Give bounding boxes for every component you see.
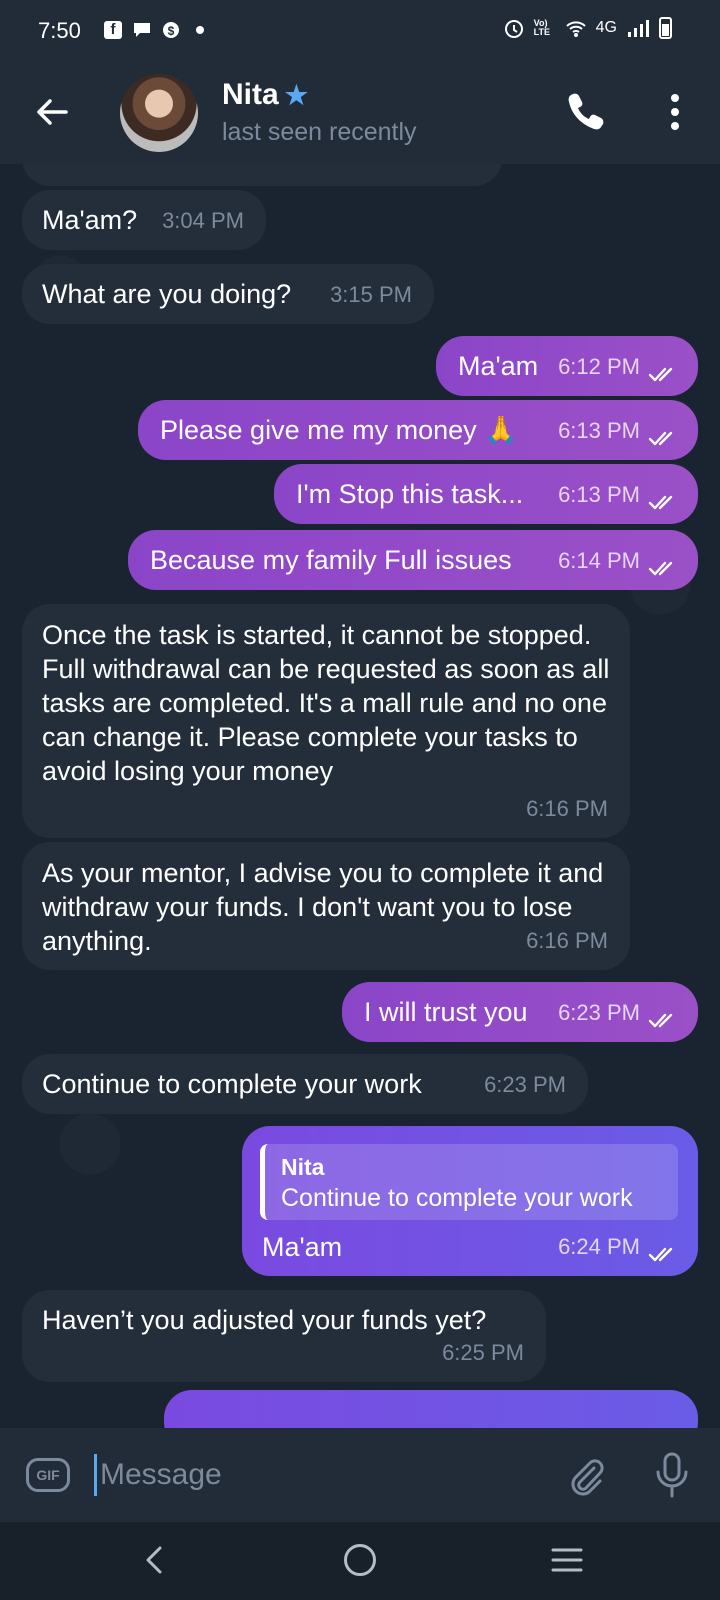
message-time: 6:16 PM [526, 796, 608, 821]
payment-icon: $ [163, 22, 179, 38]
wifi-calling-icon [565, 21, 586, 37]
message-time: 3:15 PM [330, 282, 412, 307]
message-text: What are you doing? [42, 279, 292, 309]
read-receipt-icon [648, 1247, 673, 1262]
read-receipt-icon [648, 495, 673, 510]
message-text: Please give me my money 🙏 [160, 415, 518, 445]
read-receipt-icon [648, 561, 673, 576]
message-outgoing[interactable]: I'm Stop this task... 6:13 PM [274, 464, 698, 524]
back-arrow-icon[interactable] [30, 90, 74, 134]
contact-status: last seen recently [222, 118, 417, 146]
message-text: Once the task is started, it cannot be s… [42, 620, 610, 786]
message-text: Haven’t you adjusted your funds yet? [42, 1305, 487, 1335]
message-outgoing[interactable]: Because my family Full issues 6:14 PM [128, 530, 698, 590]
read-receipt-icon [648, 1013, 673, 1028]
chat-header: Nita ★ last seen recently [0, 62, 720, 164]
message-composer: GIF [0, 1428, 720, 1522]
more-notifications-dot [196, 26, 204, 34]
alarm-icon [504, 20, 523, 38]
message-outgoing[interactable]: Ma'am 6:12 PM [436, 336, 698, 396]
attach-icon[interactable] [564, 1454, 608, 1498]
phone-call-icon[interactable] [564, 88, 608, 132]
message-time: 6:14 PM [558, 548, 640, 573]
message-list[interactable]: this 3:02 PM Ma'am? 3:04 PM What are you… [0, 164, 720, 1428]
message-outgoing[interactable]: I will trust you 6:23 PM [342, 982, 698, 1042]
battery-icon [659, 17, 672, 39]
message-time: 6:13 PM [558, 482, 640, 507]
message-text: Ma'am [458, 351, 539, 381]
avatar[interactable] [120, 74, 198, 152]
message-text: Because my family Full issues [150, 545, 512, 575]
network-type: 4G [595, 19, 617, 36]
notification-icons: f $ [104, 20, 204, 40]
nav-recent-apps-icon[interactable] [550, 1544, 584, 1576]
message-incoming[interactable]: As your mentor, I advise you to complete… [22, 842, 630, 970]
message-text: Ma'am? [42, 205, 138, 235]
message-time: 6:13 PM [558, 418, 640, 443]
message-incoming[interactable]: this 3:02 PM [22, 164, 502, 186]
message-time: 6:12 PM [558, 354, 640, 379]
gif-button[interactable]: GIF [26, 1458, 70, 1492]
message-incoming[interactable]: Continue to complete your work 6:23 PM [22, 1054, 588, 1114]
nav-home-icon[interactable] [344, 1544, 376, 1576]
message-incoming[interactable]: Haven’t you adjusted your funds yet? 6:2… [22, 1290, 546, 1382]
volte-indicator: Vo) LTE [533, 18, 550, 37]
chat-icon [134, 23, 150, 37]
message-time: 6:24 PM [558, 1234, 640, 1259]
message-text: As your mentor, I advise you to complete… [42, 858, 604, 956]
message-text: Ma'am [262, 1232, 343, 1262]
message-incoming[interactable]: Ma'am? 3:04 PM [22, 190, 266, 250]
facebook-icon: f [104, 21, 122, 39]
message-incoming[interactable]: What are you doing? 3:15 PM [22, 264, 434, 324]
signal-icon [628, 20, 649, 37]
reply-quote[interactable]: Nita Continue to complete your work [260, 1144, 678, 1220]
status-time: 7:50 [38, 18, 81, 43]
message-time: 6:16 PM [526, 928, 608, 953]
read-receipt-icon [648, 431, 673, 446]
message-time: 6:23 PM [484, 1072, 566, 1097]
more-options-icon[interactable] [660, 90, 690, 134]
contact-name-row[interactable]: Nita ★ [222, 78, 308, 112]
read-receipt-icon [648, 367, 673, 382]
status-bar: 7:50 f $ Vo) LTE 4G [0, 0, 720, 62]
message-input[interactable] [100, 1452, 500, 1498]
message-time: 3:02 PM [398, 164, 480, 174]
nav-back-icon[interactable] [136, 1540, 176, 1580]
message-outgoing-reply[interactable]: Nita Continue to complete your work Ma'a… [242, 1126, 698, 1276]
reply-author: Nita [281, 1154, 325, 1180]
message-text: Continue to complete your work [42, 1069, 422, 1099]
message-text: I will trust you [364, 997, 528, 1027]
svg-text:$: $ [168, 24, 175, 38]
message-time: 6:23 PM [558, 1000, 640, 1025]
contact-name: Nita [222, 78, 279, 111]
message-incoming[interactable]: Once the task is started, it cannot be s… [22, 604, 630, 838]
system-nav-bar [0, 1522, 720, 1600]
message-time: 3:04 PM [162, 208, 244, 233]
system-icons: Vo) LTE 4G [503, 17, 672, 39]
star-icon: ★ [284, 80, 308, 110]
message-text: I'm Stop this task... [296, 479, 524, 509]
message-outgoing[interactable] [164, 1390, 698, 1428]
microphone-icon[interactable] [652, 1450, 692, 1500]
message-text: this [44, 164, 86, 170]
reply-text: Continue to complete your work [281, 1184, 633, 1212]
message-outgoing[interactable]: Please give me my money 🙏 6:13 PM [138, 400, 698, 460]
text-cursor [94, 1454, 97, 1496]
message-time: 6:25 PM [442, 1340, 524, 1365]
